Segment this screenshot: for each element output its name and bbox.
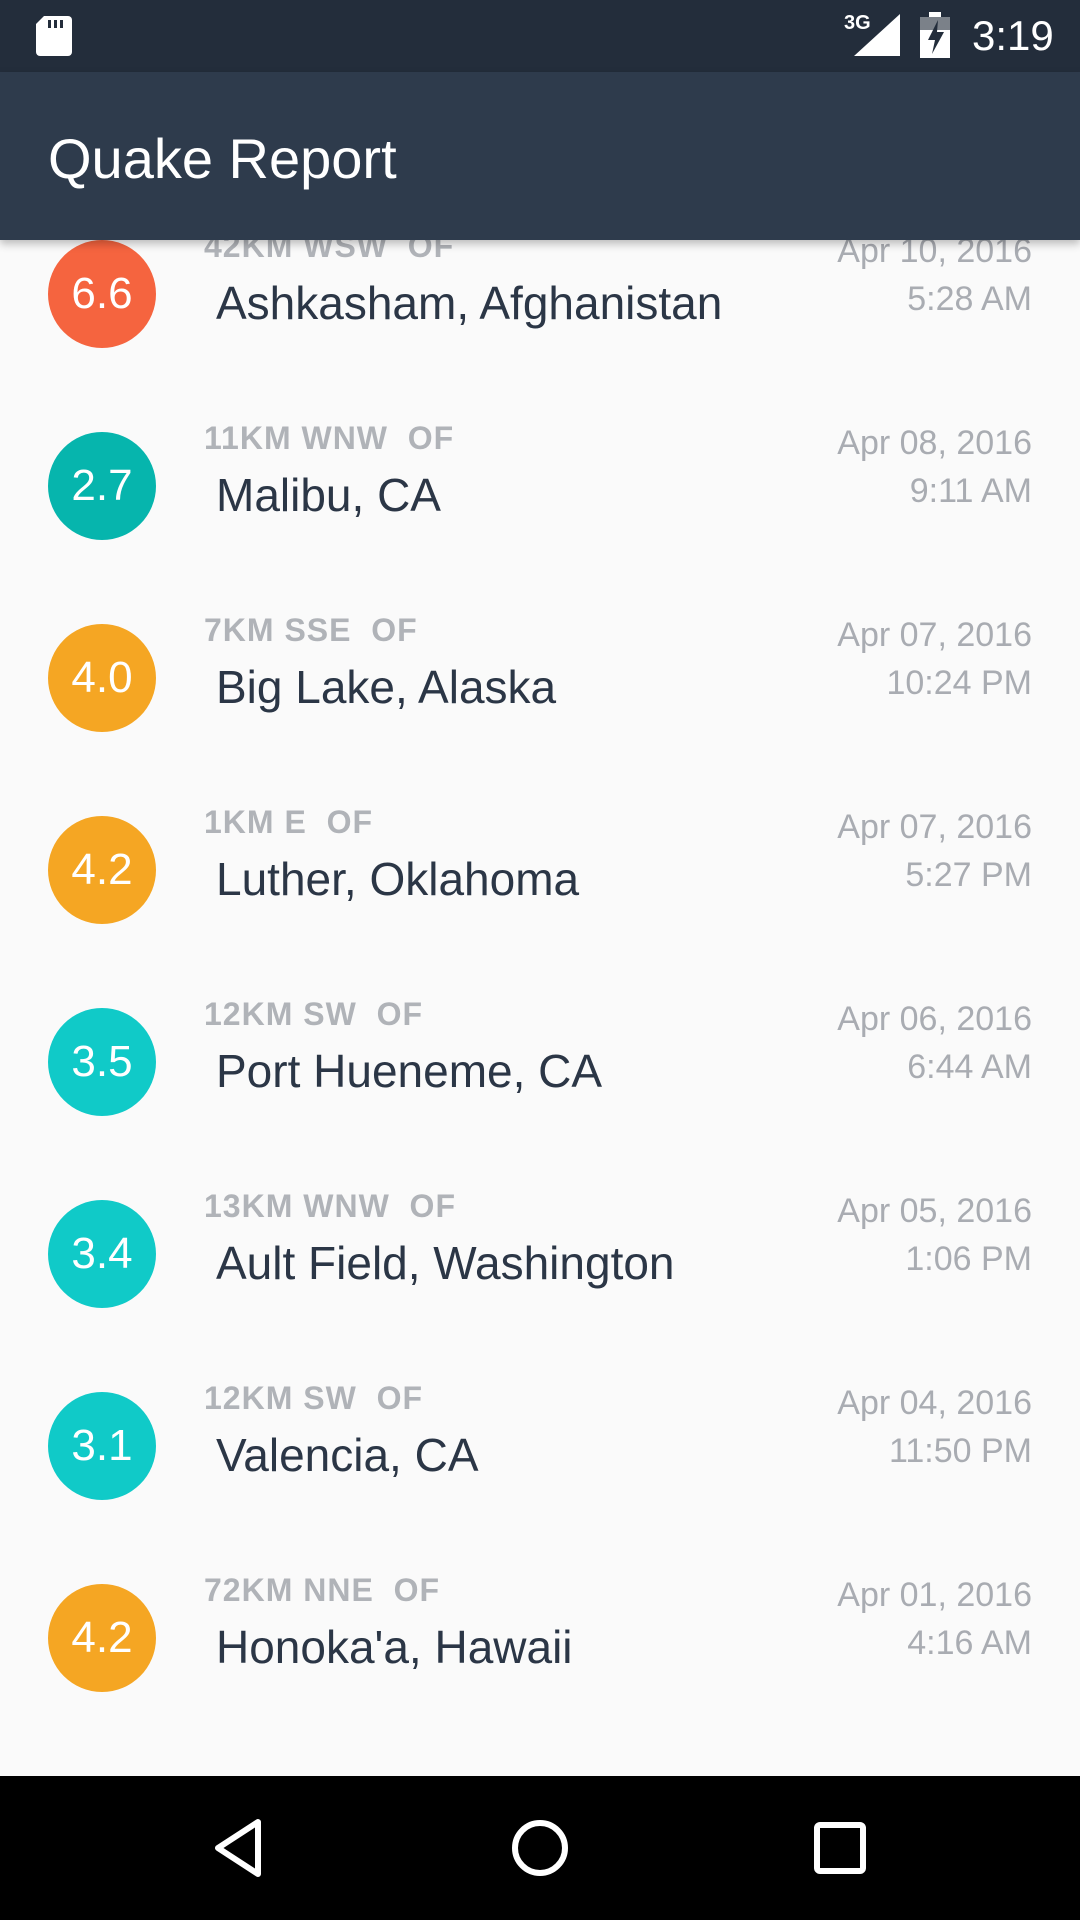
quake-time: 10:24 PM [886, 664, 1032, 702]
location-offset: 12KM SW OF [204, 996, 424, 1032]
quake-time: 1:06 PM [905, 1240, 1032, 1278]
app-bar: Quake Report [0, 72, 1080, 240]
quake-date: Apr 01, 2016 [837, 1576, 1032, 1614]
quake-time: 4:16 AM [907, 1624, 1032, 1662]
quake-date: Apr 07, 2016 [837, 808, 1032, 846]
primary-location: Port Hueneme, CA [216, 1045, 603, 1097]
earthquake-list-item[interactable]: 6.6 42KM WSW OF Ashkasham, Afghanistan Apr … [0, 240, 1080, 384]
magnitude-circle: 3.4 [48, 1200, 156, 1308]
quake-date: Apr 08, 2016 [837, 424, 1032, 462]
location-offset: 1KM E OF [204, 804, 374, 840]
magnitude-circle: 6.6 [48, 240, 156, 348]
signal-icon [854, 14, 900, 56]
earthquake-list-item[interactable]: 3.4 13KM WNW OF Ault Field, Washington Apr … [0, 1152, 1080, 1344]
primary-location: Big Lake, Alaska [216, 661, 557, 713]
location-offset: 72KM NNE OF [204, 1572, 441, 1608]
earthquake-list-item[interactable]: 3.5 12KM SW OF Port Hueneme, CA Apr 06, 201… [0, 960, 1080, 1152]
magnitude-circle: 4.0 [48, 624, 156, 732]
magnitude-circle: 4.2 [48, 1584, 156, 1692]
location-offset: 13KM WNW OF [204, 1188, 456, 1224]
status-clock: 3:19 [972, 12, 1054, 59]
primary-location: Malibu, CA [216, 469, 441, 521]
primary-location: Valencia, CA [216, 1429, 479, 1481]
primary-location: Ault Field, Washington [216, 1237, 675, 1289]
status-bar: 3G 3:19 [0, 0, 1080, 72]
earthquake-list-item[interactable]: 3.1 12KM SW OF Valencia, CA Apr 04, 2016 11:… [0, 1344, 1080, 1536]
earthquake-list-item[interactable]: 4.2 72KM NNE OF Honoka'a, Hawaii Apr 01, 20… [0, 1536, 1080, 1728]
primary-location: Ashkasham, Afghanistan [216, 277, 723, 329]
earthquake-list-item[interactable]: 4.0 7KM SSE OF Big Lake, Alaska Apr 07, 201… [0, 576, 1080, 768]
earthquake-list[interactable]: 6.6 42KM WSW OF Ashkasham, Afghanistan Apr … [0, 240, 1080, 1776]
quake-time: 5:28 AM [907, 280, 1032, 318]
quake-time: 11:50 PM [888, 1432, 1032, 1470]
magnitude-circle: 3.5 [48, 1008, 156, 1116]
quake-date: Apr 07, 2016 [837, 616, 1032, 654]
quake-date: Apr 06, 2016 [837, 1000, 1032, 1038]
earthquake-list-content: 6.6 42KM WSW OF Ashkasham, Afghanistan Apr … [0, 240, 1080, 1776]
quake-date: Apr 10, 2016 [837, 240, 1032, 270]
quake-time: 6:44 AM [907, 1048, 1032, 1086]
primary-location: Luther, Oklahoma [216, 853, 580, 905]
recents-icon[interactable] [800, 1808, 880, 1888]
app-title: Quake Report [48, 127, 397, 190]
earthquake-list-item[interactable]: 4.2 1KM E OF Luther, Oklahoma Apr 07, 2016 5… [0, 768, 1080, 960]
primary-location: Honoka'a, Hawaii [216, 1621, 573, 1673]
back-icon[interactable] [200, 1808, 280, 1888]
magnitude-circle: 4.2 [48, 816, 156, 924]
quake-date: Apr 05, 2016 [837, 1192, 1032, 1230]
location-offset: 42KM WSW OF [204, 240, 455, 264]
location-offset: 12KM SW OF [204, 1380, 424, 1416]
navigation-bar [0, 1776, 1080, 1920]
quake-date: Apr 04, 2016 [837, 1384, 1032, 1422]
home-icon[interactable] [500, 1808, 580, 1888]
location-offset: 7KM SSE OF [204, 612, 418, 648]
battery-icon [920, 12, 950, 58]
magnitude-circle: 3.1 [48, 1392, 156, 1500]
location-offset: 11KM WNW OF [204, 420, 455, 456]
sd-card-icon [36, 16, 72, 56]
earthquake-list-item[interactable]: 2.7 11KM WNW OF Malibu, CA Apr 08, 2016 9:11… [0, 384, 1080, 576]
magnitude-circle: 2.7 [48, 432, 156, 540]
quake-time: 5:27 PM [905, 856, 1032, 894]
earthquake-list-item[interactable] [0, 1728, 1080, 1776]
quake-time: 9:11 AM [909, 472, 1032, 510]
